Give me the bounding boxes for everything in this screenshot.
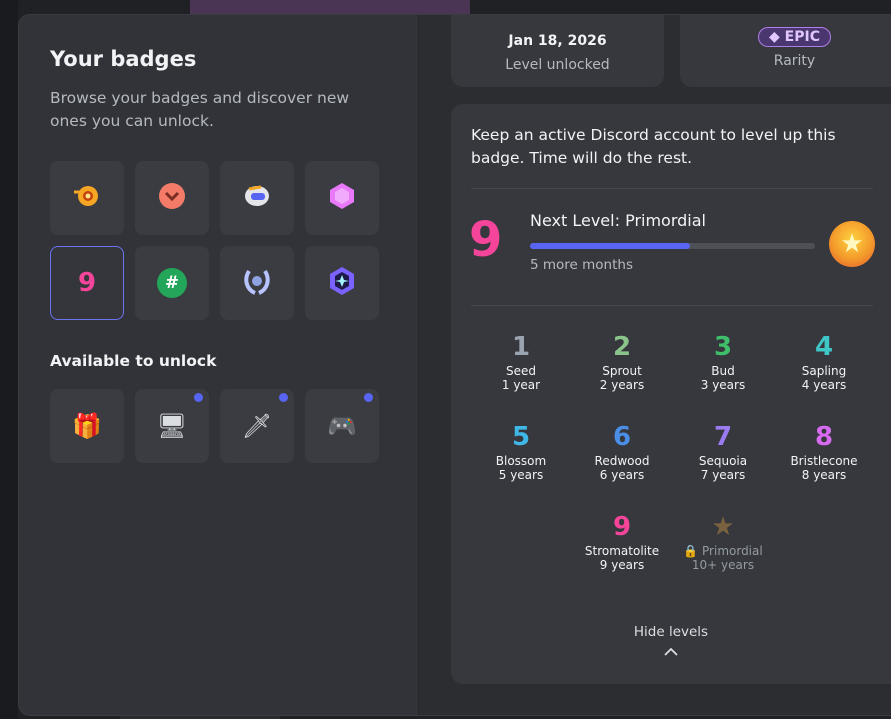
level-name: Sapling [801,364,847,378]
level-item: 1 Seed 1 year [476,332,566,392]
rarity-card: ◆ EPIC Rarity [680,15,891,87]
hide-levels-button[interactable]: Hide levels [451,624,891,640]
level-years: 8 years [801,468,847,482]
level-item: 7 Sequoia 7 years [678,422,768,482]
gift-icon: 🎁 [72,412,102,440]
remaining-time: 5 more months [530,257,633,273]
level-nine-badge-icon: 9 [77,268,97,298]
level-item: 9 Stromatolite 9 years [577,512,667,572]
level-badge-icon: 4 [814,332,834,362]
new-indicator-dot [279,393,288,402]
level-years: 10+ years [691,558,755,572]
new-indicator-dot [364,393,373,402]
new-indicator-dot [194,393,203,402]
level-years: 7 years [700,468,746,482]
level-years: 5 years [498,468,544,482]
background-banner [190,0,470,14]
badge-tile-robot-helmet[interactable] [220,161,294,235]
level-name: Bristlecone [790,454,858,468]
badge-detail-panel: Jan 18, 2026 Level unlocked ◆ EPIC Rarit… [420,15,891,715]
star-gem-badge-icon [326,265,358,301]
badge-description: Keep an active Discord account to level … [471,126,836,167]
unlock-tile-gift[interactable]: 🎁 [50,389,124,463]
level-badge-icon: 8 [814,422,834,452]
robot-helmet-badge-icon [241,181,273,215]
rarity-badge: ◆ EPIC [758,27,831,47]
level-years: 2 years [599,378,645,392]
level-years: 9 years [599,558,645,572]
primordial-star-badge-icon: ★ [829,221,875,267]
unlock-tile-sword[interactable]: 🗡 [220,389,294,463]
level-badge-icon: 5 [511,422,531,452]
badge-tile-level-nine[interactable]: 9 [50,246,124,320]
salmon-chevron-badge-icon [157,181,187,215]
level-name: Sprout [602,364,642,378]
next-level-title: Next Level: Primordial [530,211,706,230]
rarity-label: Rarity [773,53,816,69]
unlock-tile-monitor[interactable]: 🖥 [135,389,209,463]
level-years: 1 year [501,378,541,392]
level-progress-bar [530,243,815,249]
panel-title: Your badges [50,47,197,71]
level-name: Seed [506,364,536,378]
monitor-icon: 🖥 [156,412,188,440]
level-badge-icon: 1 [511,332,531,362]
level-item: 5 Blossom 5 years [476,422,566,482]
level-badge-icon: 7 [713,422,733,452]
level-years: 4 years [801,378,847,392]
pink-cube-badge-icon [327,181,357,215]
level-item: ★ 🔒 Primordial 10+ years [678,512,768,572]
level-badge-icon: 3 [713,332,733,362]
level-name: Stromatolite [584,544,660,558]
gamepad-icon: 🎮 [327,412,357,440]
badge-tile-laurel-wreath[interactable] [220,246,294,320]
badge-tile-salmon-chevron[interactable] [135,161,209,235]
sword-icon: 🗡 [241,412,273,440]
unlock-date-card: Jan 18, 2026 Level unlocked [451,15,664,87]
divider [471,188,873,189]
badge-tile-orange-ring[interactable] [50,161,124,235]
progress-fill [530,243,690,249]
badge-tile-hashtag[interactable]: # [135,246,209,320]
badge-list-panel: Your badges Browse your badges and disco… [19,15,419,715]
level-name: 🔒 Primordial [683,544,763,558]
level-badge-icon: 6 [612,422,632,452]
level-badge-icon: ★ [711,512,735,542]
level-name: Bud [711,364,735,378]
level-item: 3 Bud 3 years [678,332,768,392]
level-item: 2 Sprout 2 years [577,332,667,392]
level-name: Blossom [495,454,547,468]
hashtag-badge-icon: # [157,268,187,298]
laurel-wreath-badge-icon [241,265,273,301]
unlock-date-label: Level unlocked [505,57,610,73]
available-label: Available to unlock [50,352,217,370]
chevron-up-icon[interactable] [663,645,679,657]
level-badge-icon: 2 [612,332,632,362]
unlock-date-value: Jan 18, 2026 [508,33,607,49]
badge-tile-pink-cube[interactable] [305,161,379,235]
level-years: 6 years [599,468,645,482]
level-item: 8 Bristlecone 8 years [779,422,869,482]
orange-ring-badge-icon [72,181,102,215]
level-name: Sequoia [698,454,748,468]
current-level-badge-icon: 9 [469,212,503,268]
level-years: 3 years [700,378,746,392]
level-name: Redwood [594,454,650,468]
unlock-tile-gamepad[interactable]: 🎮 [305,389,379,463]
level-item: 4 Sapling 4 years [779,332,869,392]
divider [471,305,873,306]
panel-subtitle: Browse your badges and discover new ones… [50,89,350,130]
background-sidebar [0,0,18,719]
badge-tile-star-gem[interactable] [305,246,379,320]
badges-modal: Your badges Browse your badges and disco… [18,14,891,716]
level-item: 6 Redwood 6 years [577,422,667,482]
level-badge-icon: 9 [612,512,632,542]
level-progress-card: Keep an active Discord account to level … [451,104,891,684]
